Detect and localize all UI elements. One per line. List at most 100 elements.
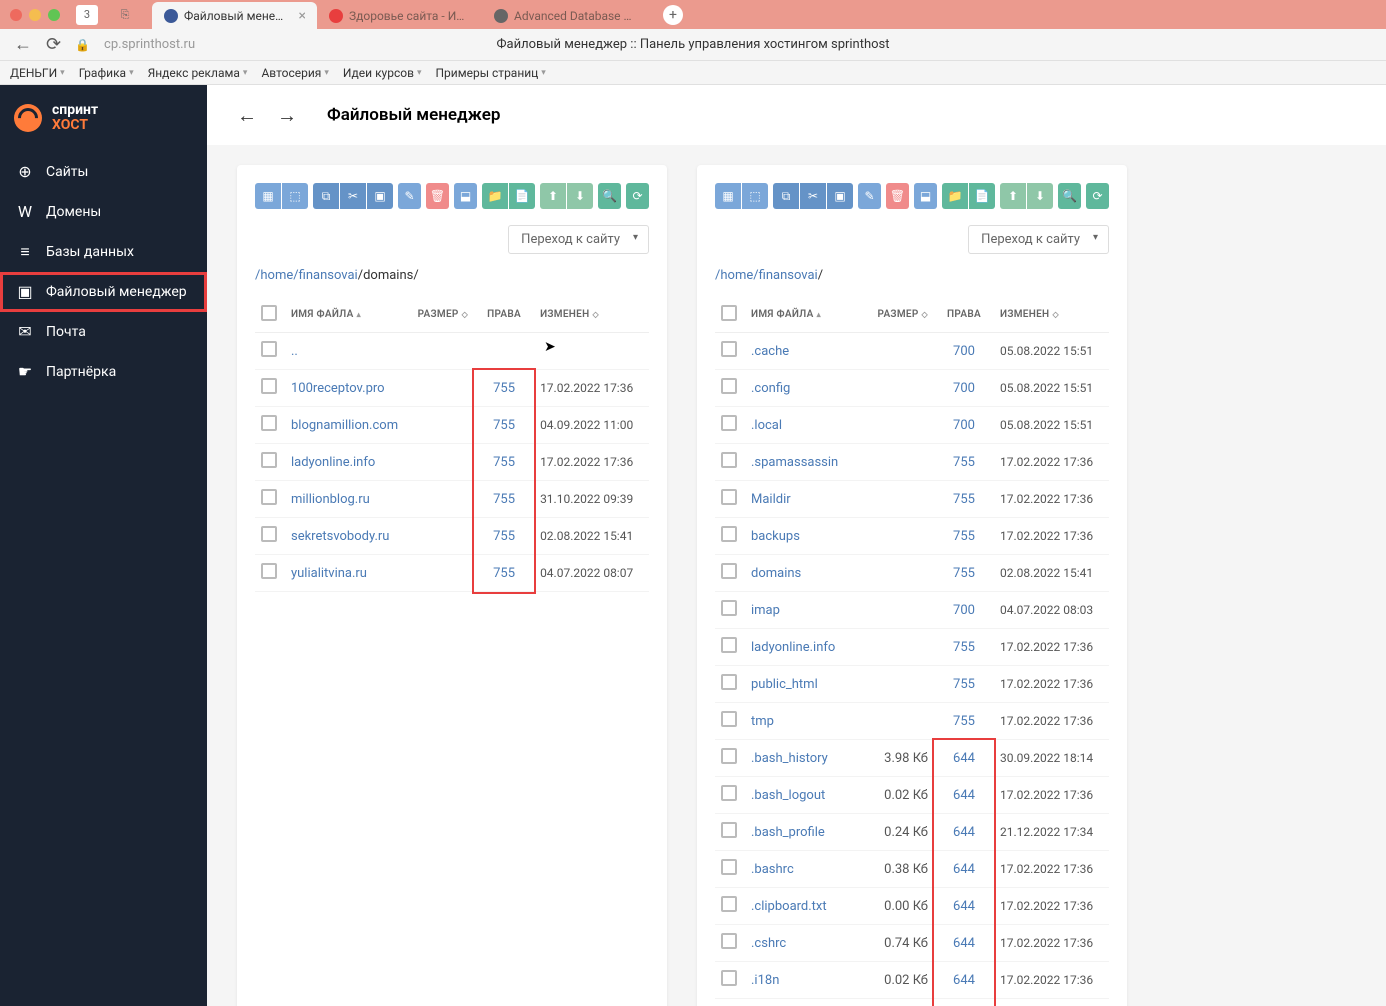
- row-checkbox[interactable]: [721, 933, 737, 949]
- row-checkbox[interactable]: [721, 341, 737, 357]
- file-permissions[interactable]: 755: [493, 492, 515, 507]
- table-row[interactable]: .spamassassin75517.02.2022 17:36: [715, 444, 1109, 481]
- col-name[interactable]: ИМЯ ФАЙЛА▴: [745, 297, 864, 333]
- file-permissions[interactable]: 700: [953, 381, 975, 396]
- file-permissions[interactable]: 644: [953, 788, 975, 803]
- table-row[interactable]: ladyonline.info75517.02.2022 17:36: [255, 444, 649, 481]
- row-checkbox[interactable]: [721, 526, 737, 542]
- paste-button[interactable]: ▣: [367, 183, 393, 209]
- cut-button[interactable]: ✂: [340, 183, 366, 209]
- row-checkbox[interactable]: [721, 600, 737, 616]
- file-permissions[interactable]: 755: [953, 677, 975, 692]
- row-checkbox[interactable]: [721, 748, 737, 764]
- row-checkbox[interactable]: [721, 785, 737, 801]
- folder-button[interactable]: ▦: [715, 183, 741, 209]
- file-name[interactable]: .i18n: [745, 962, 864, 999]
- file-name[interactable]: .bash_profile: [745, 814, 864, 851]
- sidebar-item-базы-данных[interactable]: ≡Базы данных: [0, 232, 207, 272]
- sidebar-item-почта[interactable]: ✉Почта: [0, 312, 207, 352]
- new-folder-button[interactable]: 📁: [942, 183, 968, 209]
- copy-button[interactable]: ⧉: [773, 183, 799, 209]
- bookmark-folder[interactable]: Примеры страниц: [436, 66, 546, 80]
- folder-button[interactable]: ▦: [255, 183, 281, 209]
- row-checkbox[interactable]: [721, 896, 737, 912]
- refresh-button[interactable]: ⟳: [1086, 183, 1109, 209]
- table-row[interactable]: imap70004.07.2022 08:03: [715, 592, 1109, 629]
- col-perm[interactable]: ПРАВА: [474, 297, 534, 333]
- archive-button[interactable]: ⬓: [914, 183, 937, 209]
- file-permissions[interactable]: 755: [953, 529, 975, 544]
- upload-button[interactable]: ⬆: [540, 183, 566, 209]
- table-row[interactable]: public_html75517.02.2022 17:36: [715, 666, 1109, 703]
- edit-button[interactable]: ✎: [858, 183, 881, 209]
- new-folder-button[interactable]: 📁: [482, 183, 508, 209]
- download-button[interactable]: ⬇: [567, 183, 593, 209]
- file-name[interactable]: backups: [745, 518, 864, 555]
- tab-db-cleaner[interactable]: Advanced Database Clea: [482, 2, 647, 29]
- close-tab-icon[interactable]: ×: [299, 8, 305, 24]
- row-checkbox[interactable]: [721, 489, 737, 505]
- file-name[interactable]: ladyonline.info: [745, 629, 864, 666]
- new-tab-group-icon[interactable]: ⎘: [114, 5, 136, 25]
- table-row[interactable]: .cshrc0.74 Кб64417.02.2022 17:36: [715, 925, 1109, 962]
- table-row[interactable]: .clipboard.txt0.00 Кб64417.02.2022 17:36: [715, 888, 1109, 925]
- col-size[interactable]: РАЗМЕР◇: [404, 297, 474, 333]
- table-row[interactable]: domains75502.08.2022 15:41: [715, 555, 1109, 592]
- bookmark-folder[interactable]: Яндекс реклама: [148, 66, 248, 80]
- upload-button[interactable]: ⬆: [1000, 183, 1026, 209]
- table-row[interactable]: Maildir75517.02.2022 17:36: [715, 481, 1109, 518]
- cut-button[interactable]: ✂: [800, 183, 826, 209]
- bookmark-folder[interactable]: Идеи курсов: [343, 66, 422, 80]
- table-row[interactable]: .i18n0.02 Кб64417.02.2022 17:36: [715, 962, 1109, 999]
- file-name[interactable]: Maildir: [745, 481, 864, 518]
- archive-open-button[interactable]: ⬚: [282, 183, 308, 209]
- row-checkbox[interactable]: [721, 378, 737, 394]
- table-row[interactable]: blognamillion.com75504.09.2022 11:00: [255, 407, 649, 444]
- row-checkbox[interactable]: [721, 711, 737, 727]
- table-row[interactable]: .bash_logout0.02 Кб64417.02.2022 17:36: [715, 777, 1109, 814]
- file-permissions[interactable]: 755: [953, 492, 975, 507]
- breadcrumb-link[interactable]: finansovai: [759, 268, 818, 283]
- col-perm[interactable]: ПРАВА: [934, 297, 994, 333]
- file-permissions[interactable]: 755: [493, 455, 515, 470]
- file-name[interactable]: .cache: [745, 333, 864, 370]
- bookmark-folder[interactable]: Автосерия: [261, 66, 328, 80]
- file-permissions[interactable]: 755: [953, 714, 975, 729]
- file-name[interactable]: .login: [745, 999, 864, 1006]
- file-name[interactable]: millionblog.ru: [285, 481, 404, 518]
- file-name[interactable]: domains: [745, 555, 864, 592]
- file-permissions[interactable]: 644: [953, 825, 975, 840]
- select-all-checkbox[interactable]: [721, 305, 737, 321]
- file-permissions[interactable]: 644: [953, 973, 975, 988]
- file-permissions[interactable]: 755: [493, 529, 515, 544]
- file-permissions[interactable]: 700: [953, 344, 975, 359]
- row-checkbox[interactable]: [721, 452, 737, 468]
- col-mod[interactable]: ИЗМЕНЕН◇: [994, 297, 1109, 333]
- table-row[interactable]: ladyonline.info75517.02.2022 17:36: [715, 629, 1109, 666]
- row-checkbox[interactable]: [261, 415, 277, 431]
- breadcrumb-link[interactable]: finansovai: [299, 268, 358, 283]
- file-name[interactable]: .bash_logout: [745, 777, 864, 814]
- download-button[interactable]: ⬇: [1027, 183, 1053, 209]
- table-row[interactable]: 100receptov.pro75517.02.2022 17:36: [255, 370, 649, 407]
- edit-button[interactable]: ✎: [398, 183, 421, 209]
- file-permissions[interactable]: 700: [953, 603, 975, 618]
- file-name[interactable]: 100receptov.pro: [285, 370, 404, 407]
- file-name[interactable]: .clipboard.txt: [745, 888, 864, 925]
- tab-file-manager[interactable]: Файловый менеджер ×: [152, 2, 317, 29]
- row-checkbox[interactable]: [721, 563, 737, 579]
- file-name[interactable]: blognamillion.com: [285, 407, 404, 444]
- table-row[interactable]: tmp75517.02.2022 17:36: [715, 703, 1109, 740]
- nav-forward-button[interactable]: →: [277, 103, 297, 128]
- file-permissions[interactable]: 644: [953, 936, 975, 951]
- file-permissions[interactable]: 755: [953, 455, 975, 470]
- table-row[interactable]: ..: [255, 333, 649, 370]
- file-permissions[interactable]: 755: [953, 640, 975, 655]
- bookmark-folder[interactable]: ДЕНЬГИ: [10, 66, 65, 80]
- site-dropdown[interactable]: Переход к сайту: [508, 225, 649, 254]
- file-name[interactable]: ladyonline.info: [285, 444, 404, 481]
- row-checkbox[interactable]: [721, 674, 737, 690]
- table-row[interactable]: .bashrc0.38 Кб64417.02.2022 17:36: [715, 851, 1109, 888]
- copy-button[interactable]: ⧉: [313, 183, 339, 209]
- table-row[interactable]: sekretsvobody.ru75502.08.2022 15:41: [255, 518, 649, 555]
